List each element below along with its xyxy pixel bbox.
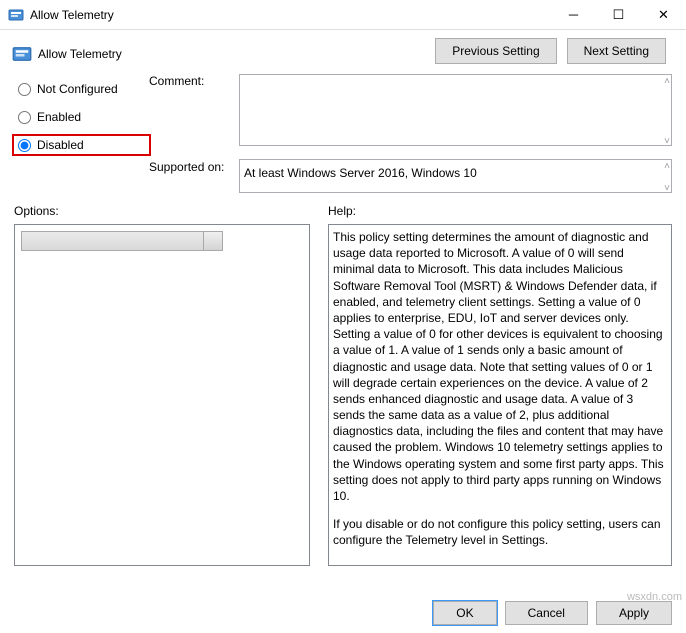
apply-button[interactable]: Apply <box>596 601 672 625</box>
policy-icon <box>8 7 24 23</box>
comment-field[interactable] <box>239 74 672 146</box>
header: Allow Telemetry Previous Setting Next Se… <box>0 30 686 64</box>
help-panel[interactable]: This policy setting determines the amoun… <box>328 224 672 566</box>
scroll-up-icon: ˄ <box>664 76 670 87</box>
window-title: Allow Telemetry <box>30 8 551 22</box>
options-panel: ▾ <box>14 224 310 566</box>
ok-button[interactable]: OK <box>433 601 496 625</box>
next-setting-button[interactable]: Next Setting <box>567 38 666 64</box>
radio-disabled[interactable]: Disabled <box>14 136 149 154</box>
policy-header-icon <box>12 44 32 64</box>
page-title: Allow Telemetry <box>38 47 122 61</box>
minimize-button[interactable]: ─ <box>551 0 596 29</box>
supported-field <box>239 159 672 193</box>
radio-not-configured[interactable]: Not Configured <box>14 80 149 98</box>
radio-not-configured-label: Not Configured <box>37 82 118 96</box>
radio-enabled[interactable]: Enabled <box>14 108 149 126</box>
titlebar: Allow Telemetry ─ ☐ ✕ <box>0 0 686 30</box>
scroll-down-icon: ˅ <box>664 183 670 194</box>
watermark: wsxdn.com <box>627 591 682 603</box>
help-paragraph: This policy setting determines the amoun… <box>333 229 667 504</box>
comment-label: Comment: <box>149 74 239 102</box>
radio-not-configured-input[interactable] <box>18 83 31 96</box>
radio-disabled-input[interactable] <box>18 139 31 152</box>
scroll-up-icon: ˄ <box>664 161 670 172</box>
radio-disabled-label: Disabled <box>37 138 84 152</box>
cancel-button[interactable]: Cancel <box>505 601 588 625</box>
close-button[interactable]: ✕ <box>641 0 686 29</box>
options-label: Options: <box>14 204 310 218</box>
options-dropdown: ▾ <box>21 231 223 251</box>
scroll-down-icon: ˅ <box>664 136 670 147</box>
radio-enabled-label: Enabled <box>37 110 81 124</box>
maximize-button[interactable]: ☐ <box>596 0 641 29</box>
help-paragraph: If you disable or do not configure this … <box>333 516 667 548</box>
radio-enabled-input[interactable] <box>18 111 31 124</box>
previous-setting-button[interactable]: Previous Setting <box>435 38 556 64</box>
supported-label: Supported on: <box>149 160 239 188</box>
help-label: Help: <box>328 204 672 218</box>
footer: OK Cancel Apply <box>433 601 672 625</box>
chevron-down-icon: ▾ <box>213 235 218 246</box>
